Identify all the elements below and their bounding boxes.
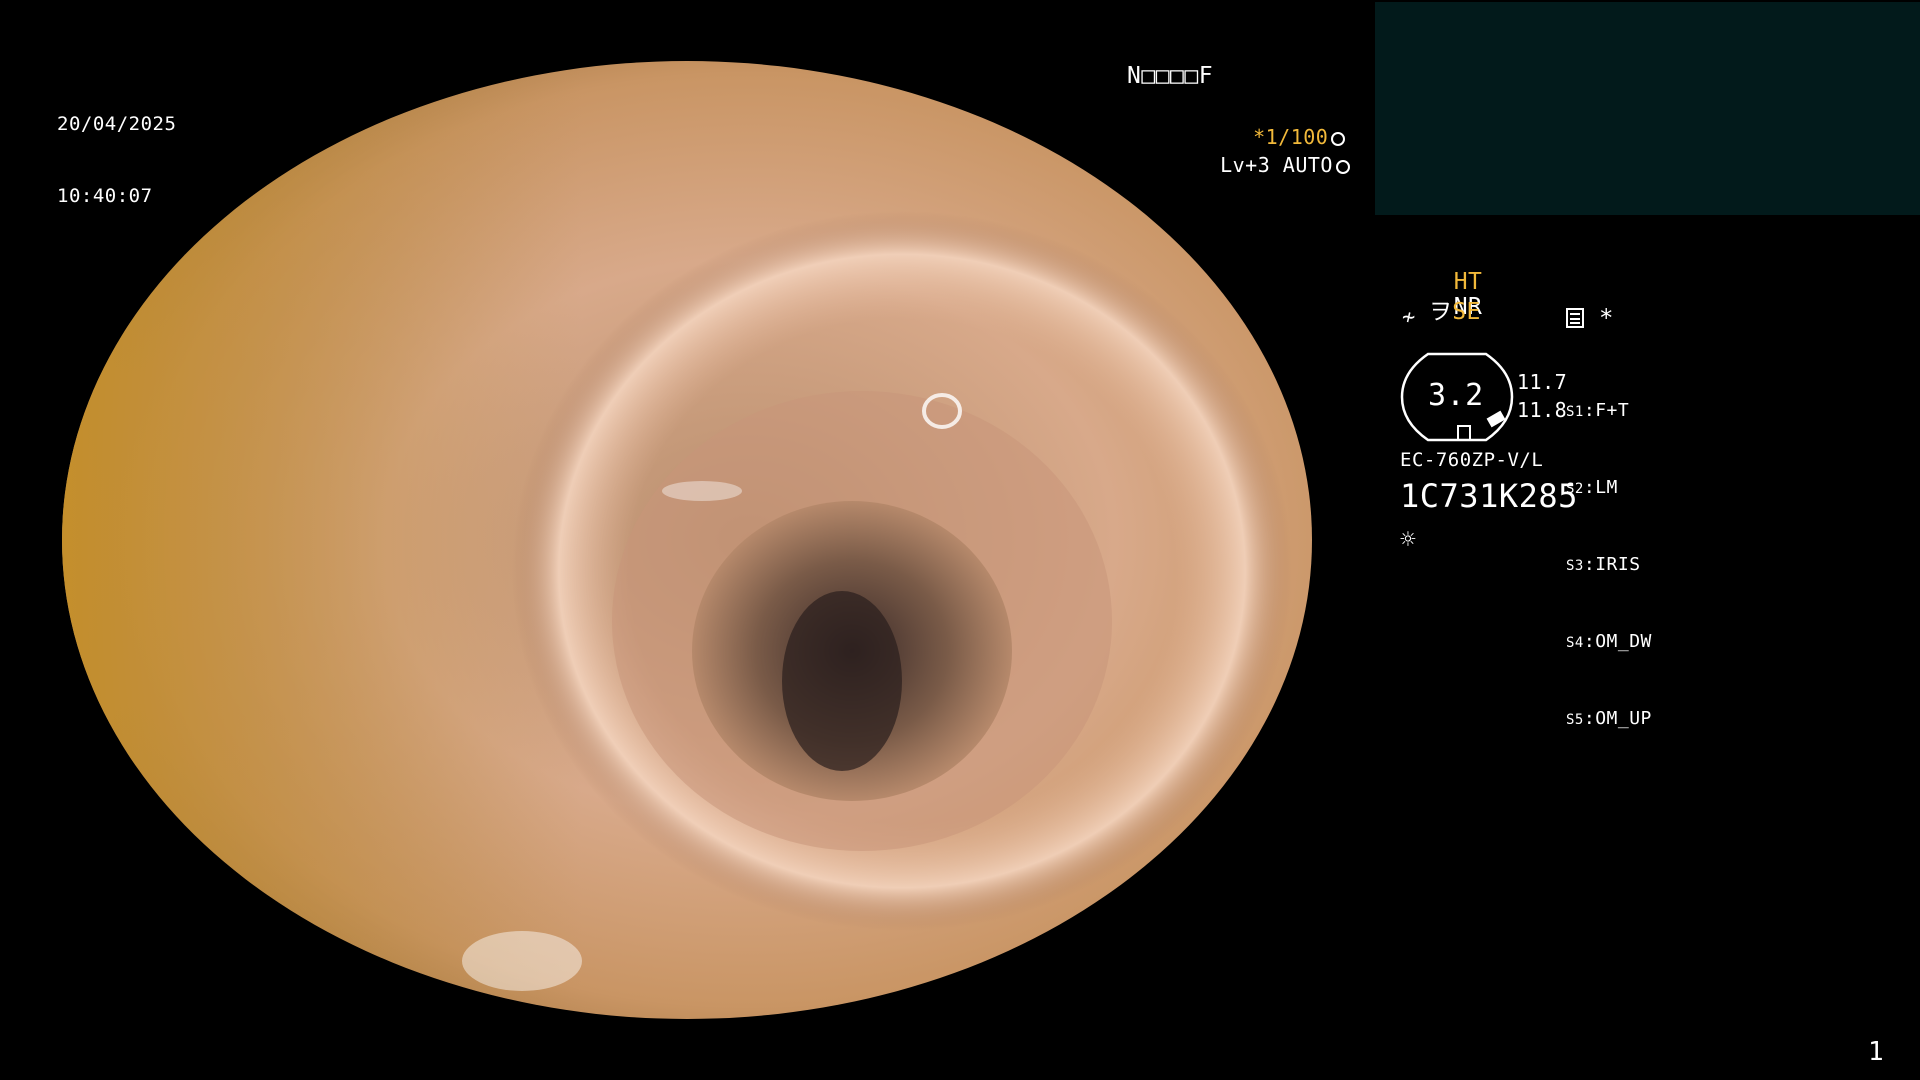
- scope-model: EC-760ZP-V/L: [1400, 449, 1544, 471]
- reading-1: 11.7: [1517, 370, 1568, 394]
- switch-item: S1:F+T: [1566, 400, 1630, 421]
- scope-serial: 1C731K285: [1400, 477, 1578, 515]
- switch-item: S2:LM: [1566, 477, 1618, 498]
- se-mode: SE: [1452, 299, 1481, 325]
- switch-item: S3:IRIS: [1566, 554, 1641, 575]
- endoscope-view: [62, 61, 1312, 1019]
- iris-row: Lv+3 AUTO: [1195, 128, 1350, 178]
- datetime-block: 20/04/2025 10:40:07: [57, 64, 176, 232]
- reading-2: 11.8: [1517, 398, 1568, 422]
- page-number: 1: [1868, 1037, 1885, 1067]
- light-sun-icon: ☼: [1400, 525, 1417, 555]
- secondary-video-panel: [1375, 2, 1920, 215]
- filter-icon: ≁: [1402, 305, 1416, 330]
- date-text: 20/04/2025: [57, 113, 177, 135]
- iris-value: Lv+3 AUTO: [1220, 153, 1333, 177]
- patient-code: N□□□□F: [1127, 63, 1214, 89]
- scope-gauge: 3.2: [1400, 352, 1514, 442]
- star-icon: *: [1599, 304, 1614, 332]
- gauge-value: 3.2: [1428, 378, 1484, 413]
- iris-icon: [1335, 160, 1350, 174]
- switch-item: S5:OM_UP: [1566, 708, 1652, 729]
- time-text: 10:40:07: [57, 185, 153, 207]
- switch-list: S1:F+T S2:LM S3:IRIS S4:OM_DW S5:OM_UP: [1566, 348, 1652, 758]
- scope-shape-icon: ヲ: [1428, 299, 1453, 325]
- switch-item: S4:OM_DW: [1566, 631, 1652, 652]
- memory-icon: [1566, 308, 1584, 328]
